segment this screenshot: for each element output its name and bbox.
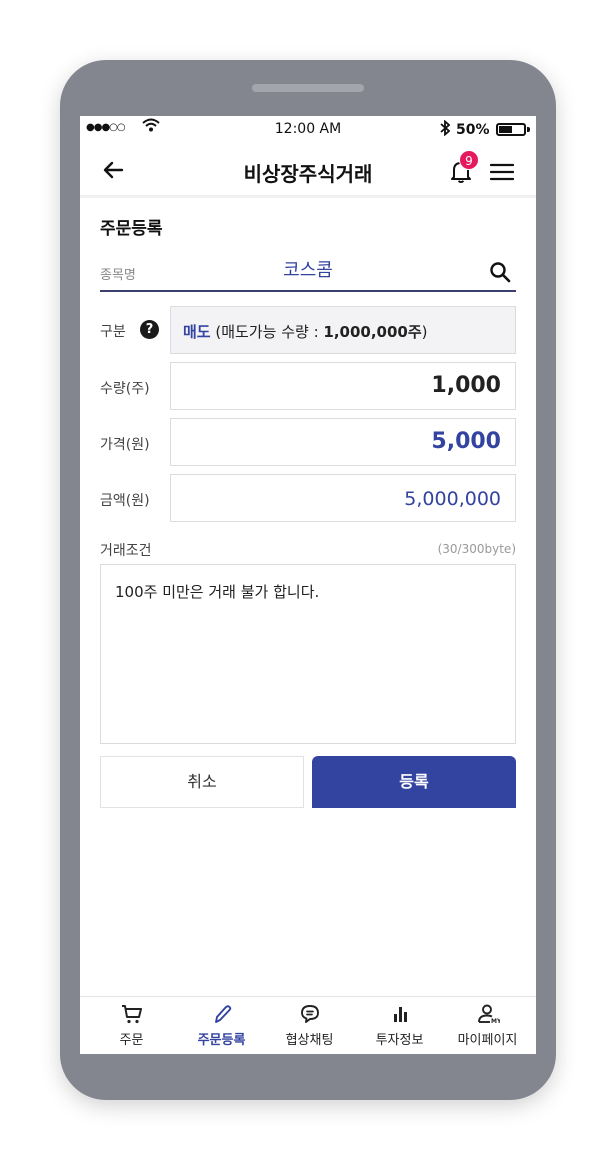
nav-label-invest-info: 투자정보 — [375, 1033, 424, 1048]
type-field: 매도 (매도가능 수량 : 1,000,000주) — [170, 306, 516, 354]
nav-item-chat[interactable]: 협상채팅 — [264, 1003, 355, 1053]
sell-label: 매도 — [183, 323, 211, 341]
bar-chart-icon — [393, 1007, 407, 1022]
nav-label-order: 주문 — [119, 1033, 144, 1048]
status-bar: ●●●○○ 12:00 AM 50% — [80, 116, 536, 144]
amount-field: 5,000,000 — [170, 474, 516, 522]
conditions-label: 거래조건 — [100, 543, 152, 559]
nav-item-mypage[interactable]: MY 마이페이지 — [442, 1003, 533, 1053]
stock-search-field[interactable]: 종목명 코스콤 — [100, 252, 516, 292]
chat-icon — [300, 1005, 319, 1023]
battery-percent: 50% — [456, 122, 490, 138]
available-prefix: (매도가능 수량 : — [210, 323, 324, 341]
search-icon[interactable] — [488, 260, 512, 284]
notification-badge: 9 — [459, 150, 479, 170]
byte-counter: (30/300byte) — [437, 542, 516, 556]
type-label: 구분 — [100, 324, 126, 340]
nav-label-order-register: 주문등록 — [197, 1033, 246, 1048]
price-value: 5,000 — [431, 429, 501, 454]
cancel-button[interactable]: 취소 — [100, 756, 304, 808]
type-text: 매도 (매도가능 수량 : 1,000,000주) — [183, 321, 428, 342]
battery-icon — [496, 123, 530, 136]
app-screen: ●●●○○ 12:00 AM 50% 비상장주식거래 9 주문등록 종목명 코스… — [80, 116, 536, 1054]
bluetooth-icon — [440, 119, 451, 140]
nav-item-order-register[interactable]: 주문등록 — [176, 1003, 267, 1053]
quantity-value: 1,000 — [431, 373, 501, 398]
amount-label: 금액(원) — [100, 493, 150, 509]
price-input[interactable]: 5,000 — [170, 418, 516, 466]
conditions-textarea[interactable]: 100주 미만은 거래 불가 합니다. — [100, 564, 516, 744]
user-my-icon: MY — [477, 1004, 500, 1025]
available-suffix: ) — [421, 323, 428, 341]
available-quantity: 1,000,000주 — [323, 323, 422, 341]
app-header: 비상장주식거래 9 — [80, 144, 536, 198]
svg-text:MY: MY — [491, 1018, 500, 1025]
amount-value: 5,000,000 — [404, 488, 501, 510]
help-icon[interactable]: ? — [140, 320, 159, 339]
price-label: 가격(원) — [100, 437, 150, 453]
pencil-icon — [214, 1005, 231, 1023]
cart-icon — [121, 1005, 142, 1024]
quantity-input[interactable]: 1,000 — [170, 362, 516, 410]
nav-item-order[interactable]: 주문 — [86, 1003, 177, 1053]
bottom-nav: 주문 주문등록 협상채팅 투자정보 MY 마이페이지 — [80, 996, 536, 1054]
hamburger-menu-icon[interactable] — [489, 162, 515, 182]
stock-name: 코스콤 — [283, 260, 333, 281]
section-title: 주문등록 — [100, 219, 163, 239]
nav-label-chat: 협상채팅 — [285, 1033, 334, 1048]
submit-button[interactable]: 등록 — [312, 756, 516, 808]
phone-speaker — [252, 84, 364, 92]
nav-item-invest-info[interactable]: 투자정보 — [354, 1003, 445, 1053]
nav-label-mypage: 마이페이지 — [457, 1033, 518, 1048]
quantity-label: 수량(주) — [100, 381, 150, 397]
